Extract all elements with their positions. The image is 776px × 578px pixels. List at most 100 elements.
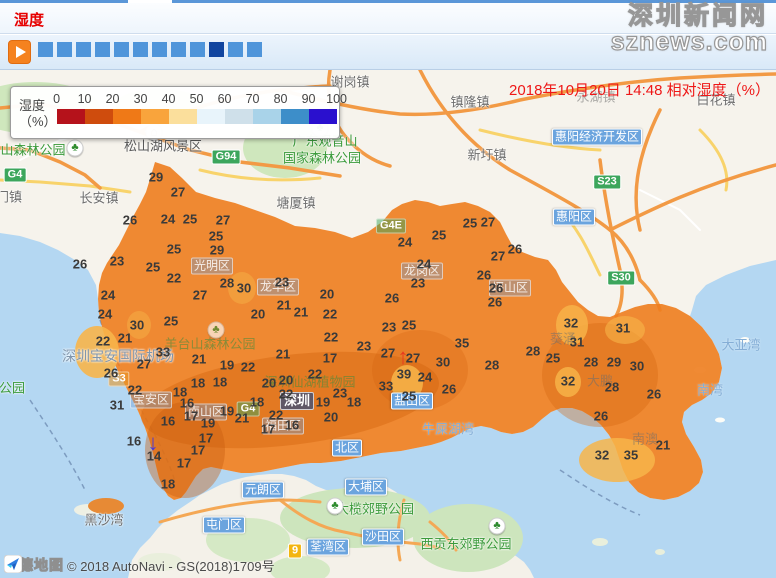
humidity-value: 22	[323, 307, 337, 322]
timeline-frames	[38, 42, 262, 57]
legend-tick: 60	[218, 92, 232, 106]
humidity-value: 21	[294, 305, 308, 320]
humidity-value: 24	[98, 307, 112, 322]
humidity-value: 23	[411, 276, 425, 291]
legend-tick: 70	[246, 92, 260, 106]
legend-color-cell	[281, 109, 309, 124]
timeline-frame-4[interactable]	[95, 42, 110, 57]
humidity-value: 23	[275, 275, 289, 290]
humidity-value: 19	[220, 358, 234, 373]
legend-tick: 50	[190, 92, 204, 106]
attribution-copyright: © 2018 AutoNavi - GS(2018)1709号	[67, 556, 275, 575]
humidity-value: 22	[279, 387, 293, 402]
timeline-frame-10[interactable]	[209, 42, 224, 57]
timeline-frame-11[interactable]	[228, 42, 243, 57]
humidity-value: 32	[564, 316, 578, 331]
humidity-value: 27	[137, 357, 151, 372]
humidity-value: 19	[220, 404, 234, 419]
map-canvas[interactable]: 2927262425272529252326252228302320242724…	[0, 70, 776, 578]
play-icon	[16, 46, 26, 58]
humidity-value: 23	[110, 254, 124, 269]
humidity-value: 28	[526, 344, 540, 359]
timeline-frame-2[interactable]	[57, 42, 72, 57]
humidity-value: 17	[184, 409, 198, 424]
timeline-frame-3[interactable]	[76, 42, 91, 57]
timeline-frame-5[interactable]	[114, 42, 129, 57]
timeline-frame-9[interactable]	[190, 42, 205, 57]
humidity-value: 26	[488, 295, 502, 310]
tree-park-icon: ♣	[208, 322, 225, 339]
humidity-value: 24	[101, 288, 115, 303]
humidity-value: 25	[146, 260, 160, 275]
road-shield: G4	[4, 168, 27, 183]
humidity-value: 31	[570, 335, 584, 350]
humidity-value: 27	[481, 215, 495, 230]
legend-tick: 10	[78, 92, 92, 106]
play-button[interactable]	[8, 40, 31, 64]
road-shield: 9	[288, 544, 302, 559]
humidity-value: 26	[647, 387, 661, 402]
road-shield: G94	[212, 150, 241, 165]
map-label-town-faded: 南澳	[632, 429, 658, 448]
humidity-value: 29	[149, 170, 163, 185]
timeline-frame-12[interactable]	[247, 42, 262, 57]
legend-color-cell	[225, 109, 253, 124]
humidity-value: 25	[432, 228, 446, 243]
humidity-value: 18	[250, 395, 264, 410]
autonavi-logo-icon	[4, 555, 22, 573]
humidity-value: 28	[584, 355, 598, 370]
legend-tick: 0	[53, 92, 60, 106]
map-label-town: 新圩镇	[467, 145, 506, 164]
tree-park-icon: ♣	[67, 140, 84, 157]
map-label-park: 山森林公园	[0, 140, 65, 159]
humidity-value: 35	[624, 448, 638, 463]
map-label-badge: 屯门区	[203, 517, 245, 534]
tree-park-icon: ♣	[489, 518, 506, 535]
map-label-park: 公园	[0, 378, 25, 397]
humidity-value: 26	[489, 281, 503, 296]
humidity-value: 27	[381, 346, 395, 361]
watermark-line2: sznews.com	[611, 30, 768, 56]
humidity-value: 33	[379, 379, 393, 394]
humidity-value: 28	[485, 358, 499, 373]
humidity-value: 22	[128, 383, 142, 398]
humidity-value: 22	[96, 334, 110, 349]
humidity-value: 26	[73, 257, 87, 272]
humidity-value: 24	[418, 370, 432, 385]
humidity-value: 25	[402, 389, 416, 404]
map-label-town: 黑沙湾	[84, 510, 123, 529]
legend-tick: 80	[274, 92, 288, 106]
humidity-value: 18	[191, 376, 205, 391]
humidity-value: 32	[595, 448, 609, 463]
up-trend-arrow-icon: ↑	[398, 346, 409, 368]
humidity-value: 33	[156, 345, 170, 360]
timeline-frame-7[interactable]	[152, 42, 167, 57]
humidity-value: 22	[269, 408, 283, 423]
humidity-value: 26	[104, 366, 118, 381]
humidity-value: 27	[193, 288, 207, 303]
map-label-town: 塘厦镇	[276, 193, 315, 212]
humidity-value: 20	[324, 410, 338, 425]
humidity-value: 21	[118, 331, 132, 346]
legend-ticks: 0102030405060708090100	[57, 92, 337, 109]
humidity-value: 25	[183, 212, 197, 227]
humidity-value: 29	[607, 355, 621, 370]
timeline-frame-8[interactable]	[171, 42, 186, 57]
humidity-value: 23	[333, 386, 347, 401]
humidity-value: 21	[276, 347, 290, 362]
map-attribution: 高德地图 © 2018 AutoNavi - GS(2018)1709号	[4, 555, 275, 575]
map-label-badge: 惠阳经济开发区	[552, 129, 642, 146]
timeline-frame-1[interactable]	[38, 42, 53, 57]
humidity-legend: 湿度 （%） 0102030405060708090100	[10, 86, 340, 139]
humidity-value: 21	[192, 352, 206, 367]
timeline-frame-6[interactable]	[133, 42, 148, 57]
legend-colorbar	[57, 109, 337, 124]
humidity-value: 17	[323, 351, 337, 366]
humidity-value: 29	[210, 243, 224, 258]
humidity-value: 31	[110, 398, 124, 413]
legend-label: 湿度 （%）	[19, 92, 57, 131]
humidity-value: 28	[605, 380, 619, 395]
humidity-value: 21	[277, 298, 291, 313]
legend-scale: 0102030405060708090100	[57, 92, 337, 131]
humidity-value: 23	[357, 339, 371, 354]
